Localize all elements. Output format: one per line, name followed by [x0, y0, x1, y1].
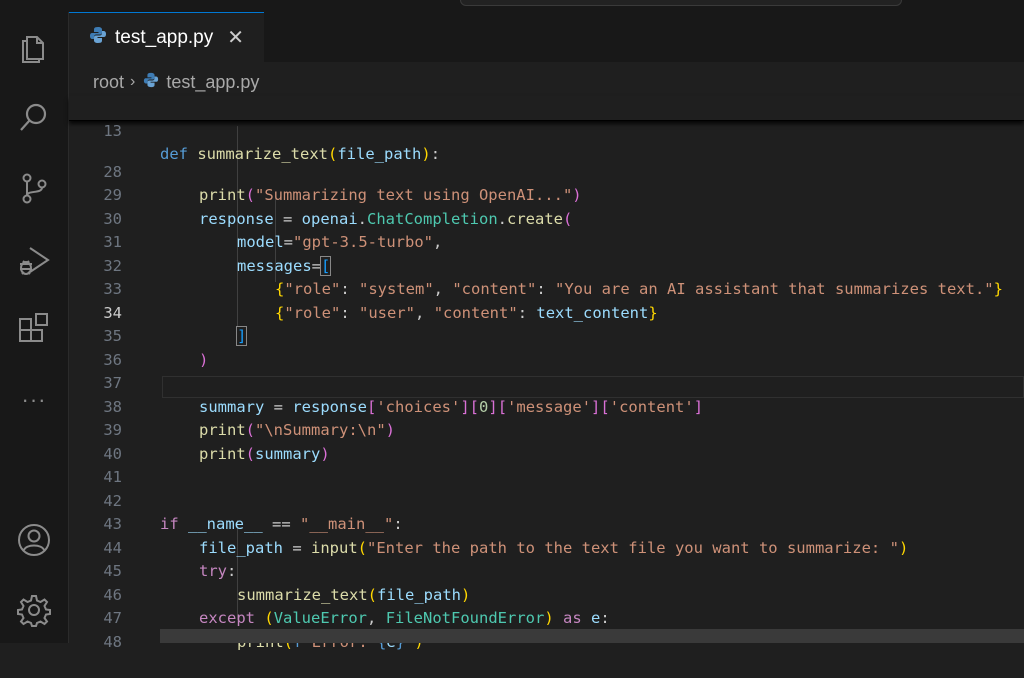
breadcrumb-root[interactable]: root [93, 72, 124, 93]
tab-label: test_app.py [115, 26, 214, 48]
extensions-icon[interactable] [14, 310, 54, 350]
code-line: 48 [69, 607, 1024, 651]
breadcrumb-file[interactable]: test_app.py [166, 72, 259, 93]
code-line: 47 print(f"Error: {e}") [69, 584, 1024, 651]
activity-bar: ··· [0, 0, 69, 643]
code-line: 30 model="gpt-3.5-turbo", [69, 184, 1024, 252]
python-file-icon [143, 72, 159, 93]
account-icon[interactable] [14, 520, 54, 560]
breadcrumb: root › test_app.py [93, 68, 259, 96]
sticky-code: def summarize_text(file_path): [160, 145, 441, 163]
code-line: 37 summary = response['choices'][0]['mes… [69, 349, 1024, 416]
tab-test-app-py[interactable]: test_app.py ✕ [69, 12, 264, 62]
code-line: 33 {"role": "user", "content": text_cont… [69, 255, 1024, 322]
horizontal-scrollbar[interactable] [160, 629, 1024, 643]
code-line: 35 ) [69, 302, 1024, 369]
source-control-icon[interactable] [14, 168, 54, 208]
code-line: 36 [69, 325, 1024, 369]
code-line: 34 ] [69, 278, 1024, 346]
title-bar [68, 0, 1024, 12]
settings-gear-icon[interactable] [14, 590, 54, 630]
code-line: 31 messages=[ [69, 208, 1024, 276]
code-line: 39 print(summary) [69, 396, 1024, 463]
sticky-scroll-header[interactable]: 13 def summarize_text(file_path): [69, 96, 1024, 163]
line-number: 48 [103, 632, 122, 651]
code-line: 38 print("\nSummary:\n") [69, 372, 1024, 440]
code-line: 32 {"role": "system", "content": "You ar… [69, 231, 1024, 299]
tab-bar: test_app.py ✕ [69, 12, 1024, 62]
code-editor[interactable]: 13 def summarize_text(file_path): 27 28 … [69, 96, 1024, 651]
code-line: 45 summarize_text(file_path) [69, 537, 1024, 604]
more-label: ··· [21, 387, 47, 412]
chevron-right-icon: › [130, 73, 136, 90]
code-line: 46 except (ValueError, FileNotFoundError… [69, 560, 1024, 628]
code-line: 41 [69, 443, 1024, 486]
run-debug-icon[interactable] [14, 240, 54, 280]
more-icon[interactable]: ··· [14, 380, 54, 420]
files-icon[interactable] [14, 26, 54, 66]
command-center[interactable] [460, 0, 902, 6]
code-line: 44 try: [69, 513, 1024, 581]
code-line: 43 file_path = input("Enter the path to … [69, 490, 1024, 557]
search-icon[interactable] [14, 98, 54, 138]
line-number: 13 [103, 121, 122, 140]
code-line: 42 if __name__ == "__main__": [69, 466, 1024, 534]
close-icon[interactable]: ✕ [227, 28, 244, 48]
code-line: 40 [69, 419, 1024, 463]
python-file-icon [89, 26, 107, 49]
